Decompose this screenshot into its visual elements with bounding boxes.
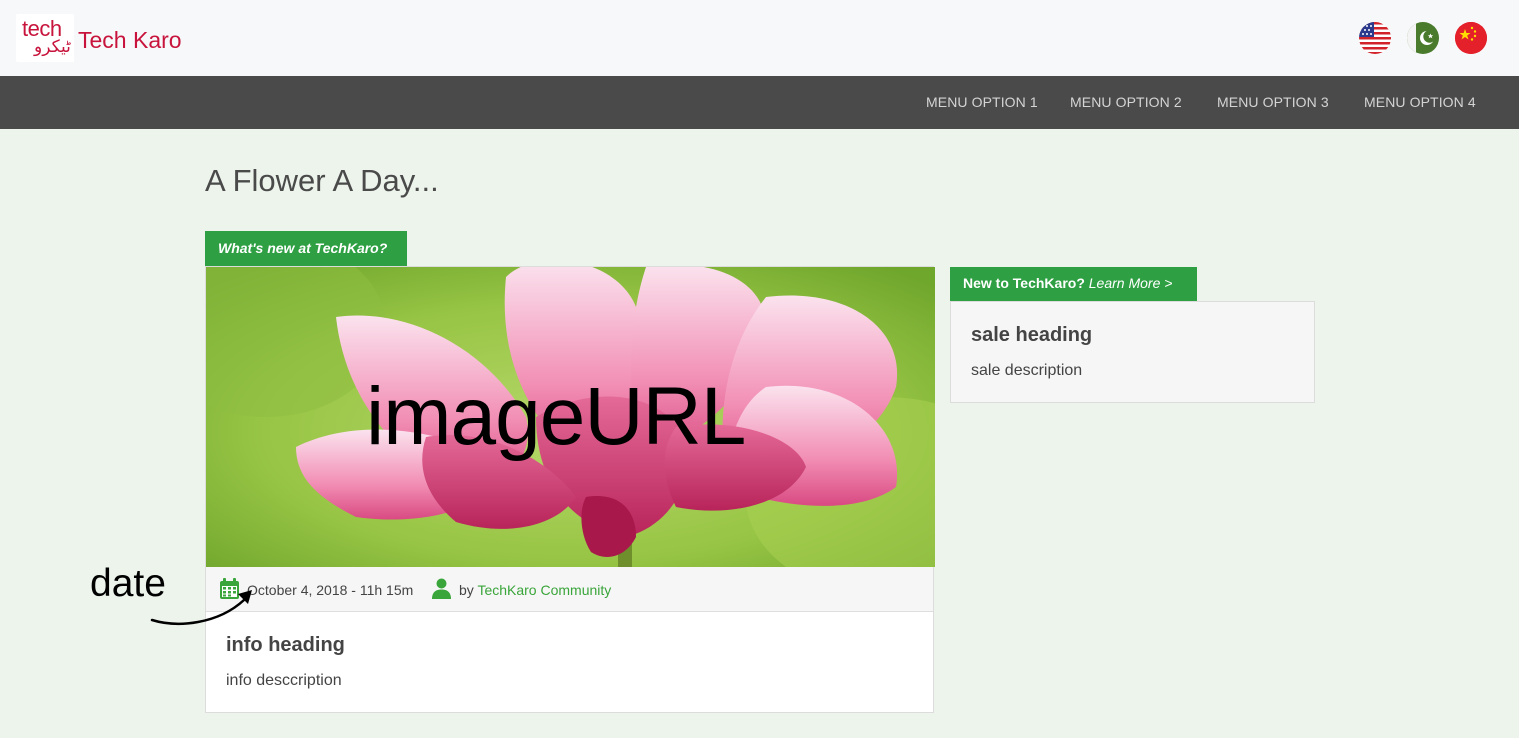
new-to-techkaro-text: New to TechKaro? [963, 275, 1085, 291]
brand-name[interactable]: Tech Karo [78, 26, 182, 54]
post-author-line: by TechKaro Community [459, 582, 611, 599]
us-flag-icon[interactable] [1359, 22, 1391, 54]
post-date: October 4, 2018 - 11h 15m [247, 582, 414, 598]
cn-flag-icon[interactable] [1455, 22, 1487, 54]
info-heading[interactable]: info heading [226, 633, 345, 657]
logo-urdu-text: ٹیکرو [34, 37, 71, 56]
whats-new-tag[interactable]: What's new at TechKaro? [205, 231, 407, 266]
main-nav: MENU OPTION 1 MENU OPTION 2 MENU OPTION … [0, 76, 1519, 129]
post-meta: October 4, 2018 - 11h 15m by TechKaro Co… [206, 567, 933, 612]
nav-menu-option-3[interactable]: MENU OPTION 3 [1217, 94, 1329, 111]
logo[interactable]: tech ٹیکرو [16, 14, 74, 62]
sale-heading[interactable]: sale heading [971, 323, 1092, 347]
post-card[interactable]: imageURL October 4, 2018 - 11h 15m by Te… [205, 266, 935, 713]
learn-more-link[interactable]: Learn More > [1089, 275, 1173, 291]
author-link[interactable]: TechKaro Community [477, 582, 611, 598]
nav-menu-option-4[interactable]: MENU OPTION 4 [1364, 94, 1476, 111]
by-prefix: by [459, 582, 474, 598]
nav-menu-option-2[interactable]: MENU OPTION 2 [1070, 94, 1182, 111]
annotation-arrow-icon [150, 590, 252, 625]
image-url-placeholder: imageURL [366, 371, 746, 462]
sale-card[interactable]: sale heading sale description [950, 301, 1315, 403]
top-header: tech ٹیکرو Tech Karo [0, 0, 1519, 76]
post-image[interactable]: imageURL [206, 267, 935, 567]
sale-description: sale description [971, 362, 1083, 379]
new-to-techkaro-tag[interactable]: New to TechKaro? Learn More > [950, 267, 1197, 301]
pk-flag-icon[interactable] [1407, 22, 1439, 54]
user-icon [432, 578, 451, 599]
page-title: A Flower A Day... [205, 163, 439, 198]
info-description: info desccription [226, 672, 342, 689]
nav-menu-option-1[interactable]: MENU OPTION 1 [926, 94, 1038, 111]
